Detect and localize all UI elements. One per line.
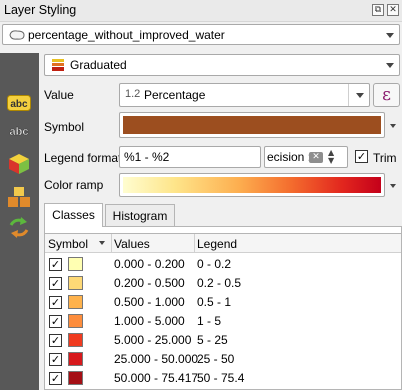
tab-pane — [44, 226, 402, 233]
class-legend[interactable]: 1 - 5 — [197, 314, 221, 328]
row-visibility-checkbox[interactable]: ✓ — [49, 277, 62, 290]
history-button[interactable] — [4, 213, 34, 241]
panel-titlebar: Layer Styling ⧉ ✕ — [0, 0, 402, 22]
table-row[interactable]: ✓ 0.000 - 0.200 0 - 0.2 — [45, 255, 401, 273]
symbol-color-preview — [123, 116, 381, 134]
class-values[interactable]: 0.500 - 1.000 — [114, 295, 185, 309]
color-ramp-button[interactable] — [119, 173, 385, 197]
class-legend[interactable]: 25 - 50 — [197, 352, 234, 366]
clear-icon[interactable]: ✕ — [309, 152, 323, 163]
table-row[interactable]: ✓ 50.000 - 75.417 50 - 75.4 — [45, 369, 401, 387]
class-values[interactable]: 5.000 - 25.000 — [114, 333, 191, 347]
class-color-swatch[interactable] — [68, 314, 83, 328]
svg-text:abc: abc — [10, 99, 28, 110]
column-divider — [194, 234, 195, 253]
value-label: Value — [44, 88, 74, 102]
class-values[interactable]: 0.200 - 0.500 — [114, 276, 185, 290]
layer-name: percentage_without_improved_water — [28, 28, 225, 42]
symbol-label: Symbol — [44, 120, 85, 134]
class-legend[interactable]: 0.2 - 0.5 — [197, 276, 241, 290]
sort-arrow-icon — [99, 241, 105, 245]
legend-format-label: Legend format — [44, 151, 122, 165]
class-color-swatch[interactable] — [68, 352, 83, 366]
table-row[interactable]: ✓ 0.500 - 1.000 0.5 - 1 — [45, 293, 401, 311]
chevron-down-icon — [356, 93, 364, 98]
symbol-menu-arrow[interactable] — [388, 114, 399, 138]
undo-redo-icon — [9, 217, 29, 238]
spin-arrows-icon[interactable]: ▲ ▼ — [328, 149, 334, 165]
trim-checkbox[interactable]: ✓ — [355, 150, 368, 163]
class-values[interactable]: 25.000 - 50.000 — [114, 352, 198, 366]
row-visibility-checkbox[interactable]: ✓ — [49, 334, 62, 347]
symbol-button[interactable] — [119, 112, 385, 138]
color-ramp-label: Color ramp — [44, 178, 104, 192]
column-header-legend[interactable]: Legend — [197, 237, 237, 251]
tab-classes[interactable]: Classes — [44, 203, 103, 227]
class-values[interactable]: 0.000 - 0.200 — [114, 257, 185, 271]
mask-settings-button[interactable]: abc — [4, 117, 34, 145]
tab-histogram[interactable]: Histogram — [105, 204, 175, 227]
row-visibility-checkbox[interactable]: ✓ — [49, 296, 62, 309]
class-legend[interactable]: 0 - 0.2 — [197, 257, 231, 271]
class-legend[interactable]: 5 - 25 — [197, 333, 228, 347]
diagram-settings-button[interactable] — [4, 183, 34, 211]
class-values[interactable]: 50.000 - 75.417 — [114, 371, 198, 385]
polygon-layer-icon — [9, 30, 25, 40]
row-visibility-checkbox[interactable]: ✓ — [49, 258, 62, 271]
row-visibility-checkbox[interactable]: ✓ — [49, 372, 62, 385]
precision-spinbox[interactable]: ecision : ✕ ▲ ▼ — [264, 146, 348, 168]
renderer-name: Graduated — [70, 58, 127, 72]
diagram-icon — [8, 187, 30, 207]
class-color-swatch[interactable] — [68, 276, 83, 290]
classes-table[interactable]: Symbol Values Legend ✓ 0.000 - 0.200 0 -… — [44, 233, 402, 390]
class-color-swatch[interactable] — [68, 371, 83, 385]
table-row[interactable]: ✓ 25.000 - 50.000 25 - 50 — [45, 350, 401, 368]
row-visibility-checkbox[interactable]: ✓ — [49, 315, 62, 328]
column-header-values[interactable]: Values — [114, 237, 150, 251]
legend-format-value: %1 - %2 — [124, 150, 170, 164]
cube-3d-icon — [9, 154, 29, 174]
table-row[interactable]: ✓ 0.200 - 0.500 0.2 - 0.5 — [45, 274, 401, 292]
class-values[interactable]: 1.000 - 5.000 — [114, 314, 185, 328]
label-settings-button[interactable]: abc — [4, 89, 34, 117]
class-legend[interactable]: 50 - 75.4 — [197, 371, 244, 385]
column-header-symbol[interactable]: Symbol — [48, 237, 88, 251]
row-visibility-checkbox[interactable]: ✓ — [49, 353, 62, 366]
class-color-swatch[interactable] — [68, 257, 83, 271]
close-panel-button[interactable]: ✕ — [387, 4, 399, 16]
chevron-down-icon — [386, 32, 394, 38]
graduated-renderer-icon — [52, 59, 64, 71]
3d-view-button[interactable] — [4, 150, 34, 178]
chevron-down-icon — [386, 63, 394, 68]
panel-title: Layer Styling — [4, 3, 77, 17]
renderer-select[interactable]: Graduated — [44, 54, 400, 76]
table-row[interactable]: ✓ 1.000 - 5.000 1 - 5 — [45, 312, 401, 330]
table-header: Symbol Values Legend — [45, 234, 401, 253]
value-field-name: Percentage — [144, 88, 206, 102]
color-ramp-menu-arrow[interactable] — [388, 174, 399, 198]
style-sidebar: abc abc — [0, 53, 39, 390]
trim-label: Trim — [373, 151, 397, 165]
float-panel-button[interactable]: ⧉ — [372, 4, 384, 16]
class-color-swatch[interactable] — [68, 333, 83, 347]
labels-abc-icon: abc — [7, 95, 31, 111]
table-row[interactable]: ✓ 5.000 - 25.000 5 - 25 — [45, 331, 401, 349]
precision-text: ecision : — [267, 150, 312, 164]
class-legend[interactable]: 0.5 - 1 — [197, 295, 231, 309]
expression-button[interactable]: ε — [373, 83, 400, 107]
color-ramp-preview — [123, 177, 381, 193]
svg-text:abc: abc — [10, 126, 29, 138]
mask-abc-icon: abc — [9, 126, 29, 139]
field-type-icon: 1.2 — [125, 88, 141, 100]
column-divider — [111, 234, 112, 253]
class-color-swatch[interactable] — [68, 295, 83, 309]
value-field-select[interactable]: 1.2 Percentage — [119, 83, 370, 107]
layer-select[interactable]: percentage_without_improved_water — [2, 24, 400, 45]
legend-format-input[interactable]: %1 - %2 — [119, 146, 261, 168]
